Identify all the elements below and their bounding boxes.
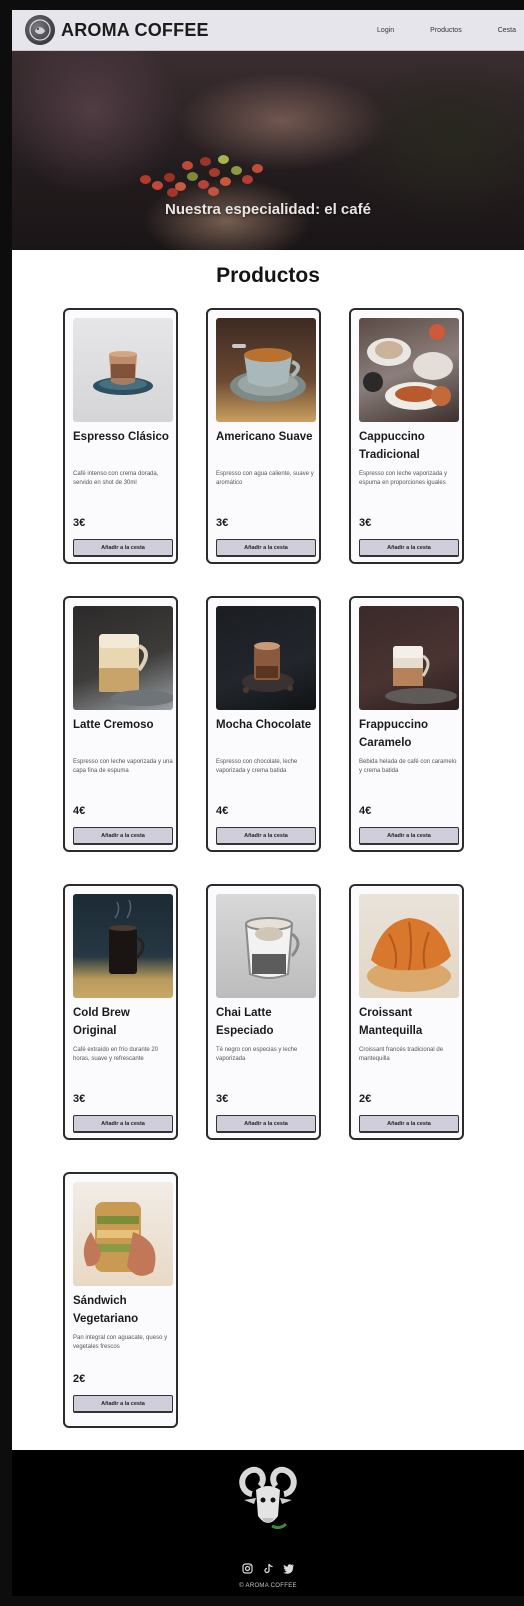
product-description: Café intenso con crema dorada, servido e… xyxy=(73,471,159,486)
product-card: Cold Brew Original Café extraído en frío… xyxy=(63,884,178,1140)
product-description: Espresso con agua caliente, suave y arom… xyxy=(216,471,314,486)
product-name: Mocha Chocolate xyxy=(216,719,312,731)
site-footer: © AROMA COFFEE xyxy=(12,1450,524,1596)
espresso-cup-icon xyxy=(73,318,173,422)
product-name: Frappuccino Caramelo xyxy=(359,719,429,749)
instagram-icon[interactable] xyxy=(241,1562,254,1575)
product-name: Chai Latte Especiado xyxy=(216,1007,274,1037)
product-description: Croissant francés tradicional de mantequ… xyxy=(359,1047,444,1062)
product-description: Espresso con leche vaporizada y una capa… xyxy=(73,759,173,774)
add-to-cart-button[interactable]: Añadir a la cesta xyxy=(216,539,316,557)
cold-brew-glass-icon xyxy=(73,894,173,998)
copyright-text: © AROMA COFFEE xyxy=(239,1583,297,1589)
add-to-cart-button[interactable]: Añadir a la cesta xyxy=(359,827,459,845)
add-to-cart-button[interactable]: Añadir a la cesta xyxy=(216,827,316,845)
product-card: Americano Suave Espresso con agua calien… xyxy=(206,308,321,564)
product-price: 2€ xyxy=(73,1373,86,1385)
twitter-icon[interactable] xyxy=(283,1562,296,1575)
product-description: Café extraído en frío durante 20 horas, … xyxy=(73,1047,159,1062)
chai-latte-icon xyxy=(216,894,316,998)
product-card: Latte Cremoso Espresso con leche vaporiz… xyxy=(63,596,178,852)
product-card: Sándwich Vegetariano Pan integral con ag… xyxy=(63,1172,178,1428)
product-name: Americano Suave xyxy=(216,431,313,443)
americano-cup-icon xyxy=(216,318,316,422)
coffee-logo-icon[interactable] xyxy=(25,15,55,45)
mocha-cup-icon xyxy=(216,606,316,710)
frappuccino-glass-icon xyxy=(359,606,459,710)
product-card: Chai Latte Especiado Té negro con especi… xyxy=(206,884,321,1140)
add-to-cart-button[interactable]: Añadir a la cesta xyxy=(73,539,173,557)
croissant-icon xyxy=(359,894,459,998)
product-description: Té negro con especias y leche vaporizada xyxy=(216,1047,298,1062)
product-card: Mocha Chocolate Espresso con chocolate, … xyxy=(206,596,321,852)
latte-glass-icon xyxy=(73,606,173,710)
product-card: Espresso Clásico Café intenso con crema … xyxy=(63,308,178,564)
product-description: Espresso con leche vaporizada y espuma e… xyxy=(359,471,448,486)
add-to-cart-button[interactable]: Añadir a la cesta xyxy=(73,1395,173,1413)
add-to-cart-button[interactable]: Añadir a la cesta xyxy=(216,1115,316,1133)
product-name: Croissant Mantequilla xyxy=(359,1007,423,1037)
tiktok-icon[interactable] xyxy=(262,1562,275,1575)
product-name: Cappuccino Tradicional xyxy=(359,431,425,461)
cappuccino-table-icon xyxy=(359,318,459,422)
add-to-cart-button[interactable]: Añadir a la cesta xyxy=(359,1115,459,1133)
top-navbar: AROMA COFFEE Login Productos Cesta xyxy=(12,10,524,51)
product-price: 3€ xyxy=(216,1093,229,1105)
product-description: Pan integral con aguacate, queso y veget… xyxy=(73,1335,168,1350)
add-to-cart-button[interactable]: Añadir a la cesta xyxy=(73,827,173,845)
product-description: Espresso con chocolate, leche vaporizada… xyxy=(216,759,298,774)
product-price: 4€ xyxy=(216,805,229,817)
product-card: Cappuccino Tradicional Espresso con lech… xyxy=(349,308,464,564)
product-card: Croissant Mantequilla Croissant francés … xyxy=(349,884,464,1140)
product-card: Frappuccino Caramelo Bebida helada de ca… xyxy=(349,596,464,852)
nav-login-link[interactable]: Login xyxy=(341,27,394,34)
nav-cesta-link[interactable]: Cesta xyxy=(462,27,516,34)
sandwich-icon xyxy=(73,1182,173,1286)
brand-name[interactable]: AROMA COFFEE xyxy=(61,20,209,41)
product-name: Cold Brew Original xyxy=(73,1007,130,1037)
nav-productos-link[interactable]: Productos xyxy=(394,27,462,34)
product-price: 3€ xyxy=(73,1093,86,1105)
social-links xyxy=(12,1562,524,1575)
product-name: Latte Cremoso xyxy=(73,719,154,731)
hero-title: Nuestra especialidad: el café xyxy=(165,201,371,218)
hero-banner: Nuestra especialidad: el café xyxy=(12,51,524,250)
product-price: 3€ xyxy=(73,517,86,529)
add-to-cart-button[interactable]: Añadir a la cesta xyxy=(73,1115,173,1133)
add-to-cart-button[interactable]: Añadir a la cesta xyxy=(359,539,459,557)
product-price: 2€ xyxy=(359,1093,372,1105)
main-nav: Login Productos Cesta xyxy=(341,27,516,34)
product-price: 3€ xyxy=(216,517,229,529)
product-price: 3€ xyxy=(359,517,372,529)
product-name: Espresso Clásico xyxy=(73,431,169,443)
products-heading: Productos xyxy=(216,264,320,287)
product-description: Bebida helada de café con caramelo y cre… xyxy=(359,759,457,774)
page: AROMA COFFEE Login Productos Cesta Nuest… xyxy=(12,10,524,1596)
goat-logo-icon xyxy=(234,1464,302,1536)
product-name: Sándwich Vegetariano xyxy=(73,1295,139,1325)
product-price: 4€ xyxy=(73,805,86,817)
product-price: 4€ xyxy=(359,805,372,817)
